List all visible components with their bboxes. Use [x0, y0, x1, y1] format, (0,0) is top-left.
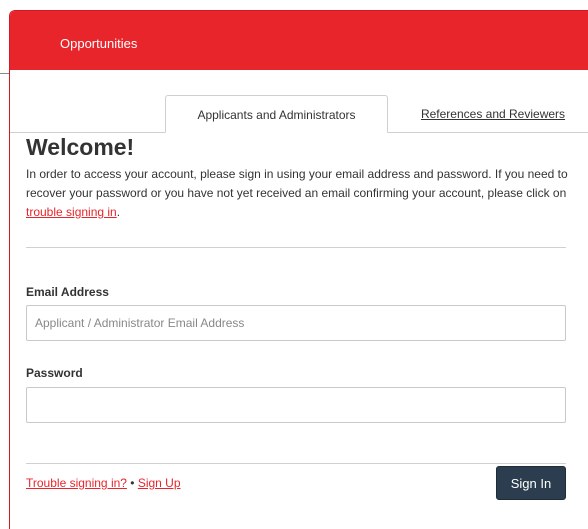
sign-up-link[interactable]: Sign Up [138, 476, 181, 490]
page-divider-line [0, 73, 9, 74]
login-panel: Opportunities Applicants and Administrat… [9, 10, 588, 529]
footer-links: Trouble signing in? • Sign Up [26, 476, 181, 490]
page: Opportunities Applicants and Administrat… [0, 0, 588, 529]
trouble-signing-in-link[interactable]: trouble signing in [26, 205, 117, 219]
welcome-section: Welcome! In order to access your account… [26, 134, 568, 222]
tab-references-reviewers[interactable]: References and Reviewers [397, 95, 588, 133]
section-divider-bottom [26, 463, 566, 464]
login-tabs: Applicants and Administrators References… [10, 70, 588, 133]
header-bar: Opportunities [10, 11, 588, 70]
intro-text-end: . [116, 205, 121, 219]
nav-link-opportunities[interactable]: Opportunities [60, 36, 137, 52]
trouble-signing-in-footer-link[interactable]: Trouble signing in? [26, 476, 127, 490]
footer-separator: • [126, 476, 138, 490]
email-field[interactable] [26, 305, 566, 341]
page-title: Welcome! [26, 134, 135, 160]
password-field[interactable] [26, 387, 566, 423]
section-divider-top [26, 247, 566, 248]
intro-text: In order to access your account, please … [26, 165, 571, 222]
tab-applicants-administrators[interactable]: Applicants and Administrators [165, 95, 388, 133]
password-label: Password [26, 366, 83, 380]
email-label: Email Address [26, 285, 109, 299]
sign-in-button[interactable]: Sign In [496, 466, 566, 500]
intro-text-body: In order to access your account, please … [26, 167, 568, 200]
